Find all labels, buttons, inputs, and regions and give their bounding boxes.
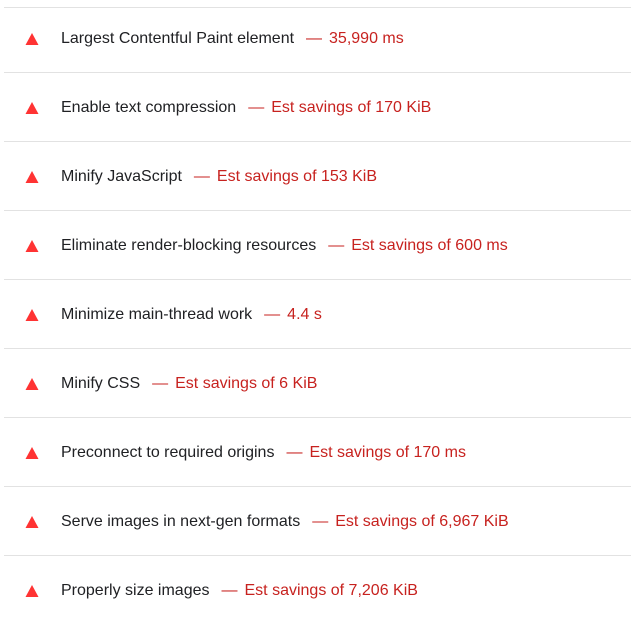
audit-text: Properly size images — Est savings of 7,20…: [61, 581, 418, 601]
audit-separator: —: [328, 236, 345, 254]
audit-value: 35,990 ms: [329, 29, 404, 47]
audit-row-next-gen-images[interactable]: Serve images in next-gen formats — Est sav…: [0, 487, 635, 556]
audit-text: Minify CSS — Est savings of 6 KiB: [61, 374, 317, 394]
audit-text: Enable text compression — Est savings of 1…: [61, 98, 431, 118]
audit-separator: —: [312, 512, 329, 530]
audit-row-enable-text-compression[interactable]: Enable text compression — Est savings of 1…: [0, 73, 635, 142]
audit-title: Largest Contentful Paint element: [61, 29, 295, 47]
audit-text: Minimize main-thread work — 4.4 s: [61, 305, 322, 325]
warning-triangle-icon: [25, 377, 39, 391]
audit-separator: —: [286, 443, 303, 461]
audit-row-minimize-main-thread-work[interactable]: Minimize main-thread work — 4.4 s: [0, 280, 635, 349]
warning-triangle-icon: [25, 170, 39, 184]
audit-value: Est savings of 7,206 KiB: [244, 581, 418, 599]
audit-title: Properly size images: [61, 581, 210, 599]
audit-title: Preconnect to required origins: [61, 443, 275, 461]
audit-separator: —: [248, 98, 265, 116]
warning-triangle-icon: [25, 101, 39, 115]
audit-separator: —: [221, 581, 238, 599]
audit-value: Est savings of 153 KiB: [216, 167, 378, 185]
audit-text: Eliminate render-blocking resources — Est …: [61, 236, 508, 256]
warning-triangle-icon: [25, 308, 39, 322]
audit-list: Largest Contentful Paint element — 35,990 …: [0, 4, 635, 619]
audit-title: Serve images in next-gen formats: [61, 512, 301, 530]
audit-text: Serve images in next-gen formats — Est sav…: [61, 512, 509, 532]
audit-separator: —: [306, 29, 323, 47]
audit-value: Est savings of 600 ms: [351, 236, 508, 254]
audit-value: 4.4 s: [287, 305, 322, 323]
audit-value: Est savings of 170 KiB: [271, 98, 432, 116]
audit-title: Minify CSS: [61, 374, 141, 392]
audit-text: Largest Contentful Paint element — 35,990 …: [61, 29, 404, 49]
audit-separator: —: [152, 374, 169, 392]
warning-triangle-icon: [25, 584, 39, 598]
audit-row-minify-javascript[interactable]: Minify JavaScript — Est savings of 153 KiB: [0, 142, 635, 211]
warning-triangle-icon: [25, 239, 39, 253]
audit-title: Minimize main-thread work: [61, 305, 253, 323]
audit-text: Preconnect to required origins — Est savin…: [61, 443, 466, 463]
audit-value: Est savings of 170 ms: [309, 443, 466, 461]
audit-value: Est savings of 6 KiB: [175, 374, 318, 392]
audit-value: Est savings of 6,967 KiB: [335, 512, 509, 530]
audit-row-eliminate-render-blocking[interactable]: Eliminate render-blocking resources — Est …: [0, 211, 635, 280]
audit-row-largest-contentful-paint[interactable]: Largest Contentful Paint element — 35,990 …: [0, 4, 635, 73]
warning-triangle-icon: [25, 446, 39, 460]
audit-title: Enable text compression: [61, 98, 237, 116]
warning-triangle-icon: [25, 515, 39, 529]
audit-title: Eliminate render-blocking resources: [61, 236, 317, 254]
audit-separator: —: [264, 305, 281, 323]
warning-triangle-icon: [25, 32, 39, 46]
audit-row-preconnect-origins[interactable]: Preconnect to required origins — Est savin…: [0, 418, 635, 487]
audit-text: Minify JavaScript — Est savings of 153 KiB: [61, 167, 377, 187]
audit-separator: —: [193, 167, 210, 185]
audit-row-minify-css[interactable]: Minify CSS — Est savings of 6 KiB: [0, 349, 635, 418]
audit-title: Minify JavaScript: [61, 167, 182, 185]
